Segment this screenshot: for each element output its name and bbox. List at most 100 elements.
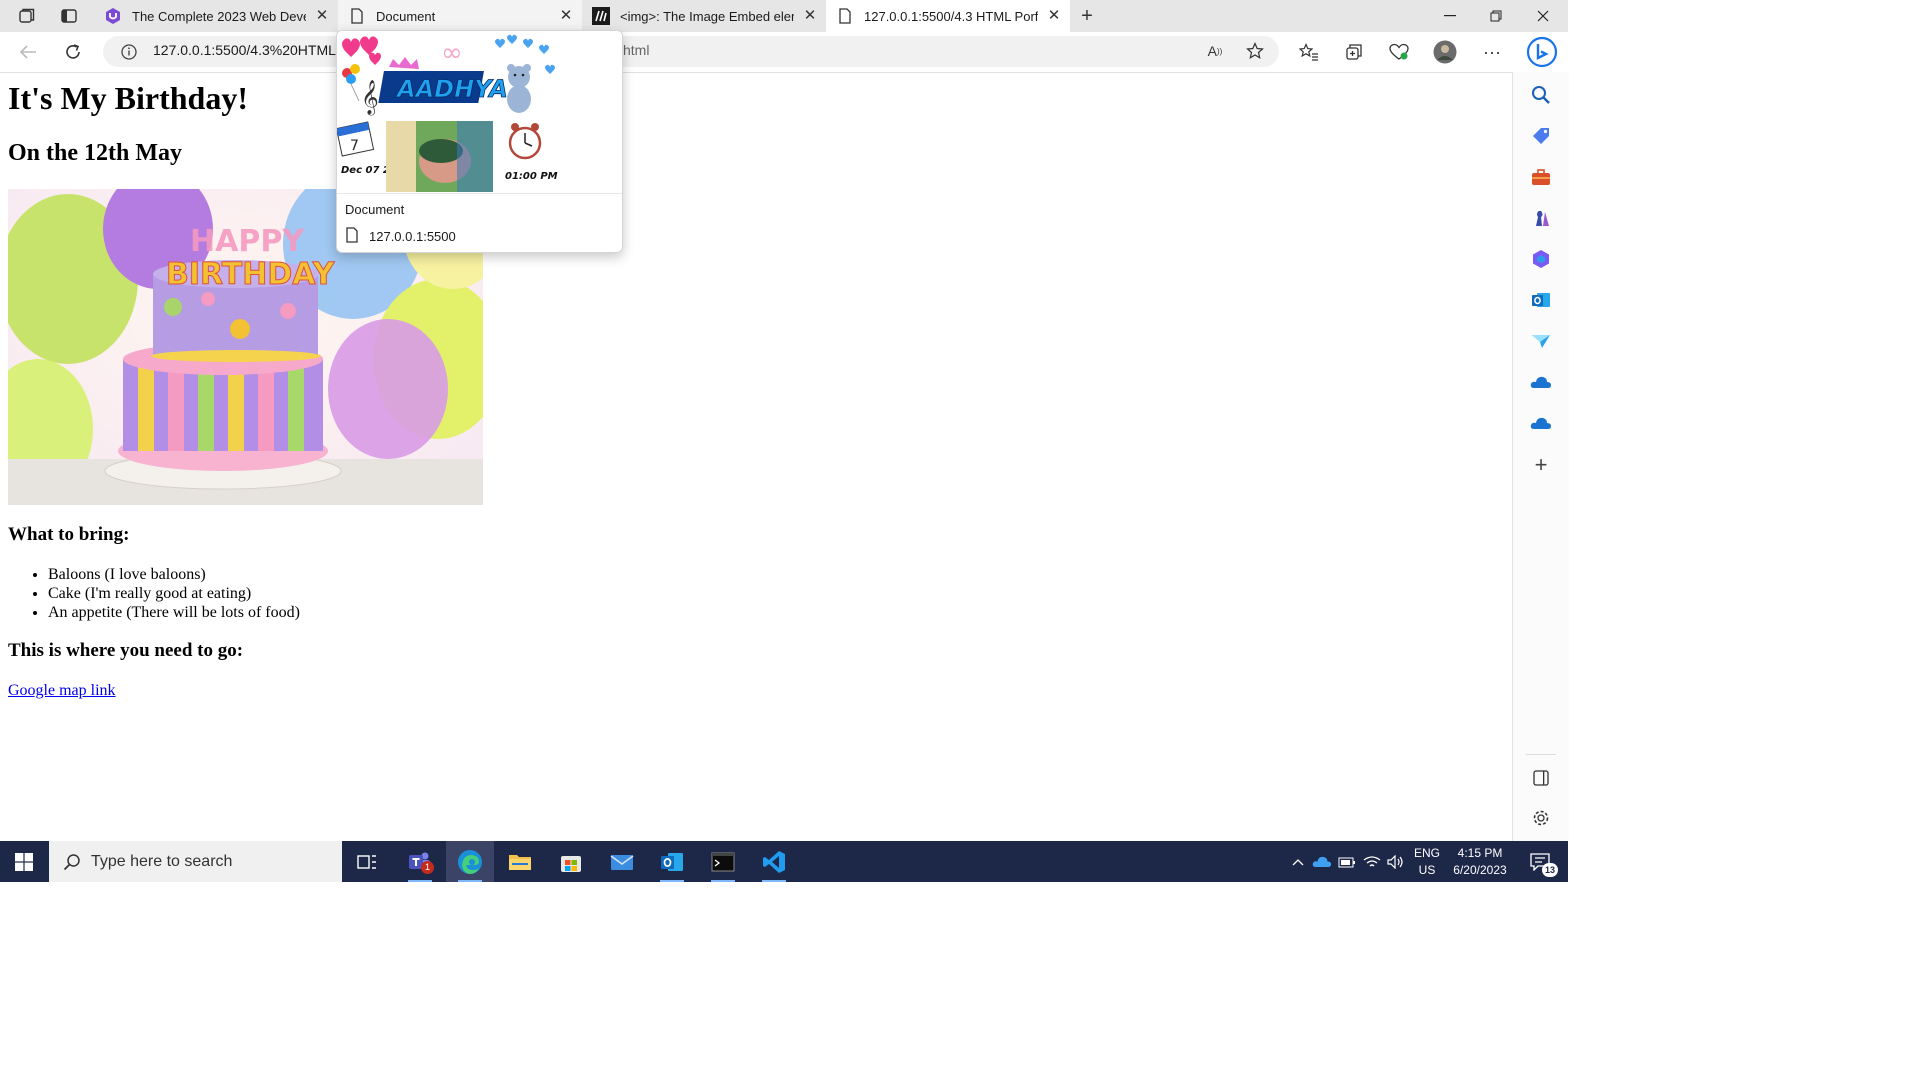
terminal-icon[interactable] — [699, 841, 747, 882]
close-tab-icon[interactable]: ✕ — [802, 8, 818, 24]
url-text-tail: html — [623, 42, 650, 58]
microsoft365-icon[interactable] — [1530, 248, 1552, 270]
show-hidden-icons-chevron-icon[interactable] — [1287, 841, 1309, 882]
onedrive-tray-icon[interactable] — [1310, 841, 1334, 882]
read-aloud-icon[interactable]: A)) — [1203, 39, 1227, 63]
tab-document[interactable]: Document ✕ — [338, 0, 582, 32]
tab-bar: The Complete 2023 Web Develop ✕ Document… — [0, 0, 1568, 32]
restore-button[interactable] — [1473, 0, 1519, 32]
udemy-icon — [104, 7, 122, 25]
svg-text:𝄞: 𝄞 — [361, 80, 379, 116]
volume-icon[interactable] — [1384, 841, 1408, 882]
collections-icon[interactable] — [1342, 40, 1366, 64]
address-bar[interactable]: 127.0.0.1:5500/4.3%20HTML% html A)) — [103, 36, 1279, 67]
site-info-icon[interactable] — [117, 40, 141, 64]
add-sidebar-app-icon[interactable]: + — [1530, 452, 1552, 477]
clock[interactable]: 4:15 PM 6/20/2023 — [1448, 845, 1512, 879]
games-icon[interactable] — [1530, 207, 1552, 229]
where-to-go-heading: This is where you need to go: — [8, 640, 244, 661]
svg-text:∞: ∞ — [441, 38, 463, 68]
page-heading: It's My Birthday! — [8, 80, 248, 116]
document-icon — [345, 227, 359, 248]
taskbar-search-box[interactable]: Type here to search — [49, 841, 342, 882]
region-code: US — [1418, 863, 1436, 877]
teams-icon[interactable]: 1 — [396, 841, 444, 882]
list-item: Baloons (I love baloons) — [48, 565, 300, 584]
clock-time: 4:15 PM — [1457, 846, 1503, 860]
task-view-icon[interactable] — [343, 841, 391, 882]
what-to-bring-heading: What to bring: — [8, 524, 130, 545]
thumb-calendar-day: 7 — [350, 138, 359, 154]
sidebar-settings-gear-icon[interactable] — [1530, 807, 1552, 829]
notifications-icon[interactable]: 13 — [1518, 841, 1562, 882]
tab-preview-thumbnail: 𝄞 ∞ AADHYA 7 Dec 07 2022 01:00 PM — [337, 31, 622, 194]
close-tab-icon[interactable]: ✕ — [1046, 8, 1062, 24]
minimize-button[interactable] — [1427, 0, 1473, 32]
outlook-taskbar-icon[interactable] — [648, 841, 696, 882]
tools-icon[interactable] — [1530, 166, 1552, 188]
file-explorer-icon[interactable] — [496, 841, 544, 882]
url-text: 127.0.0.1:5500/4.3%20HTML% — [153, 42, 349, 58]
tab-title: The Complete 2023 Web Develop — [132, 8, 306, 24]
tab-actions-icon[interactable] — [59, 6, 79, 26]
settings-more-icon[interactable]: ··· — [1480, 40, 1504, 64]
list-item: An appetite (There will be lots of food) — [48, 603, 300, 622]
mdn-icon — [592, 7, 610, 25]
onedrive-icon[interactable] — [1530, 371, 1552, 393]
shopping-tag-icon[interactable] — [1530, 125, 1552, 147]
drop-send-icon[interactable] — [1530, 330, 1552, 352]
onedrive-icon-2[interactable] — [1530, 412, 1552, 434]
search-icon — [63, 853, 81, 871]
tab-title: Document — [376, 8, 436, 24]
notification-count-badge: 13 — [1542, 863, 1558, 877]
back-button[interactable] — [16, 40, 40, 64]
search-icon[interactable] — [1530, 84, 1552, 106]
close-tab-icon[interactable]: ✕ — [558, 8, 574, 24]
document-icon — [348, 7, 366, 25]
clock-date: 6/20/2023 — [1453, 863, 1507, 877]
refresh-button[interactable] — [61, 40, 85, 64]
wifi-icon[interactable] — [1360, 841, 1384, 882]
google-map-link[interactable]: Google map link — [8, 682, 116, 700]
microsoft-store-icon[interactable] — [547, 841, 595, 882]
windows-taskbar: Type here to search 1 ENG US 4:15 PM 6/2… — [0, 841, 1568, 882]
battery-icon[interactable] — [1335, 841, 1359, 882]
browser-toolbar: 127.0.0.1:5500/4.3%20HTML% html A)) ··· — [0, 32, 1568, 73]
edge-sidebar: + — [1512, 72, 1569, 841]
list-item: Cake (I'm really good at eating) — [48, 584, 300, 603]
close-tab-icon[interactable]: ✕ — [314, 8, 330, 24]
bing-copilot-icon[interactable] — [1526, 36, 1558, 68]
workspaces-icon[interactable] — [17, 6, 37, 26]
hide-sidebar-icon[interactable] — [1530, 767, 1552, 789]
search-placeholder: Type here to search — [91, 852, 233, 870]
sidebar-divider — [1526, 754, 1556, 755]
favorite-star-icon[interactable] — [1243, 39, 1267, 63]
tab-mdn-img[interactable]: <img>: The Image Embed eleme ✕ — [582, 0, 826, 32]
tab-hover-preview[interactable]: 𝄞 ∞ AADHYA 7 Dec 07 2022 01:00 PM Docume… — [336, 30, 623, 253]
profile-avatar[interactable] — [1433, 40, 1457, 64]
favorites-icon[interactable] — [1297, 40, 1321, 64]
document-icon — [836, 7, 854, 25]
tab-preview-title: Document — [345, 202, 405, 217]
new-tab-icon[interactable]: + — [1077, 5, 1097, 27]
input-language-indicator[interactable]: ENG US — [1410, 845, 1444, 879]
thumb-time-text: 01:00 PM — [505, 171, 558, 182]
tab-preview-url: 127.0.0.1:5500 — [369, 229, 456, 244]
outlook-icon[interactable] — [1530, 289, 1552, 311]
browser-essentials-icon[interactable] — [1387, 40, 1411, 64]
tab-portfolio-active[interactable]: 127.0.0.1:5500/4.3 HTML Porfolio ✕ — [826, 0, 1070, 32]
mail-icon[interactable] — [598, 841, 646, 882]
edge-taskbar-icon[interactable] — [446, 841, 494, 882]
close-window-button[interactable] — [1520, 0, 1566, 32]
tab-title: <img>: The Image Embed eleme — [620, 8, 794, 24]
language-code: ENG — [1413, 846, 1440, 860]
thumb-name-text: AADHYA — [395, 75, 508, 103]
svg-text:BIRTHDAY: BIRTHDAY — [166, 257, 336, 292]
svg-text:HAPPY: HAPPY — [190, 224, 305, 259]
vscode-icon[interactable] — [750, 841, 798, 882]
teams-badge: 1 — [421, 861, 434, 874]
bring-list: Baloons (I love baloons) Cake (I'm reall… — [8, 565, 300, 622]
page-subheading: On the 12th May — [8, 140, 182, 166]
tab-web-dev-course[interactable]: The Complete 2023 Web Develop ✕ — [94, 0, 338, 32]
start-button[interactable] — [0, 841, 48, 882]
